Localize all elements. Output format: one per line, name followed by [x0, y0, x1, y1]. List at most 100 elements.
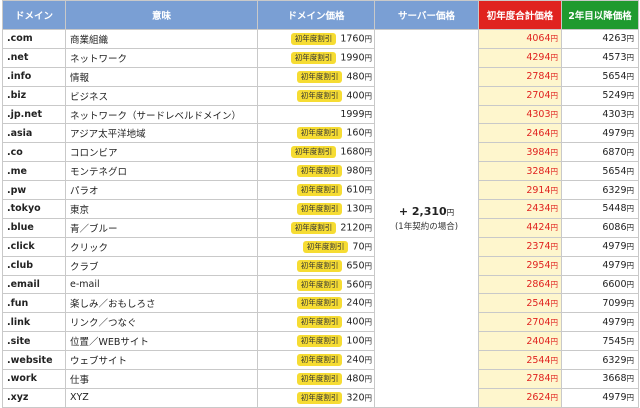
first-year-total-cell: 2624円: [478, 387, 562, 408]
meaning-cell: 楽しみ／おもしろさ: [65, 293, 258, 314]
second-year-price-cell: 5448円: [561, 199, 639, 219]
second-year-price-value: 4263: [602, 33, 627, 45]
domain-price-value: 100: [346, 335, 365, 347]
yen-unit: 円: [550, 298, 559, 308]
second-year-price-cell: 4303円: [561, 104, 639, 125]
table-row: .pw パラオ 初年度割引 610円 2914円 6329円: [2, 180, 639, 201]
first-year-total-value: 2544: [526, 354, 551, 366]
domain-price-value: 320: [346, 392, 365, 404]
discount-badge: 初年度割引: [296, 354, 343, 367]
yen-unit: 円: [364, 34, 373, 44]
yen-unit: 円: [626, 128, 635, 138]
meaning-cell: コロンビア: [65, 142, 258, 163]
yen-unit: 円: [626, 53, 635, 63]
yen-unit: 円: [626, 166, 635, 176]
domain-price-value: 400: [346, 316, 365, 328]
discount-badge: 初年度割引: [290, 146, 337, 159]
domain-cell: .xyz: [2, 387, 66, 408]
domain-price-value: 610: [346, 184, 365, 196]
yen-unit: 円: [550, 393, 559, 403]
domain-price-value: 2120: [340, 222, 365, 234]
table-row: .site 位置／WEBサイト 初年度割引 100円 2404円 7545円: [2, 331, 639, 352]
yen-unit: 円: [626, 204, 635, 214]
second-year-price-cell: 6329円: [561, 180, 639, 201]
first-year-total-value: 4424: [526, 222, 551, 234]
yen-unit: 円: [550, 34, 559, 44]
yen-unit: 円: [626, 242, 635, 252]
domain-cell: .jp.net: [2, 104, 66, 125]
first-year-total-value: 2404: [526, 335, 551, 347]
yen-unit: 円: [364, 166, 373, 176]
first-year-total-cell: 2404円: [478, 331, 562, 352]
table-row: .com 商業組織 初年度割引 1760円 + 2,310円 (1年契約の場合) 4064円…: [2, 29, 639, 408]
yen-unit: 円: [550, 53, 559, 63]
domain-price-value: 240: [346, 354, 365, 366]
domain-price-value: 1680: [340, 146, 365, 158]
first-year-total-value: 2544: [526, 297, 551, 309]
meaning-cell: リンク／つなぐ: [65, 312, 258, 333]
discount-badge: 初年度割引: [290, 51, 337, 64]
second-year-price-cell: 5654円: [561, 161, 639, 182]
domain-price-value: 1760: [340, 33, 365, 45]
domain-price-cell: 初年度割引 980円: [257, 161, 375, 182]
domain-cell: .asia: [2, 123, 66, 144]
domain-cell: .blue: [2, 217, 66, 238]
second-year-price-cell: 3668円: [561, 369, 639, 389]
meaning-cell: 位置／WEBサイト: [65, 331, 258, 352]
yen-unit: 円: [626, 298, 635, 308]
yen-unit: 円: [550, 110, 559, 119]
yen-unit: 円: [550, 223, 559, 233]
domain-price-cell: 初年度割引 130円: [257, 199, 375, 219]
second-year-price-value: 3668: [602, 373, 627, 385]
domain-price-cell: 初年度割引 610円: [257, 180, 375, 201]
meaning-cell: クリック: [65, 236, 258, 257]
yen-unit: 円: [550, 317, 559, 327]
discount-badge: 初年度割引: [296, 316, 343, 329]
yen-unit: 円: [550, 147, 559, 157]
second-year-price-value: 6600: [602, 279, 627, 291]
server-price-value: + 2,310: [398, 204, 447, 218]
first-year-total-value: 3984: [526, 146, 551, 158]
table-row: .asia アジア太平洋地域 初年度割引 160円 2464円 4979円: [2, 123, 639, 144]
header-meaning: 意味: [65, 0, 258, 30]
server-price-yen: 円: [446, 207, 455, 217]
domain-price-cell: 初年度割引 100円: [257, 331, 375, 352]
server-price-cell: + 2,310円 (1年契約の場合): [374, 29, 479, 408]
domain-price-cell: 初年度割引 2120円: [257, 217, 375, 238]
yen-unit: 円: [550, 91, 559, 101]
first-year-total-cell: 2704円: [478, 312, 562, 333]
discount-badge: 初年度割引: [296, 70, 343, 83]
yen-unit: 円: [550, 355, 559, 365]
discount-badge: 初年度割引: [296, 278, 343, 291]
second-year-price-value: 4573: [602, 52, 627, 64]
domain-price-cell: 初年度割引 1990円: [257, 47, 375, 68]
yen-unit: 円: [626, 185, 635, 195]
domain-price-value: 70: [352, 241, 365, 253]
yen-unit: 円: [626, 147, 635, 157]
yen-unit: 円: [364, 185, 373, 195]
first-year-total-value: 2374: [526, 241, 551, 253]
table-row: .work 仕事 初年度割引 480円 2784円 3668円: [2, 369, 639, 389]
discount-badge: 初年度割引: [290, 221, 337, 234]
domain-price-value: 980: [346, 165, 365, 177]
header-first-year-total: 初年度合計価格: [478, 0, 562, 30]
second-year-price-value: 6329: [602, 354, 627, 366]
first-year-total-value: 4294: [526, 52, 551, 64]
yen-unit: 円: [364, 393, 373, 403]
table-row: .click クリック 初年度割引 70円 2374円 4979円: [2, 236, 639, 257]
domain-cell: .pw: [2, 180, 66, 201]
domain-cell: .net: [2, 47, 66, 68]
domain-price-value: 480: [346, 71, 365, 83]
first-year-total-value: 2864: [526, 279, 551, 291]
first-year-total-value: 2704: [526, 316, 551, 328]
discount-badge: 初年度割引: [296, 335, 343, 348]
yen-unit: 円: [626, 355, 635, 365]
second-year-price-value: 4303: [602, 109, 627, 120]
domain-pricing-table: ドメイン 意味 ドメイン価格 サーバー価格 初年度合計価格 2年目以降価格 .c…: [2, 0, 639, 408]
first-year-total-cell: 2784円: [478, 369, 562, 389]
second-year-price-cell: 4979円: [561, 387, 639, 408]
meaning-cell: パラオ: [65, 180, 258, 201]
meaning-cell: XYZ: [65, 387, 258, 408]
second-year-price-cell: 6600円: [561, 274, 639, 295]
meaning-cell: ネットワーク（サードレベルドメイン）: [65, 104, 258, 125]
